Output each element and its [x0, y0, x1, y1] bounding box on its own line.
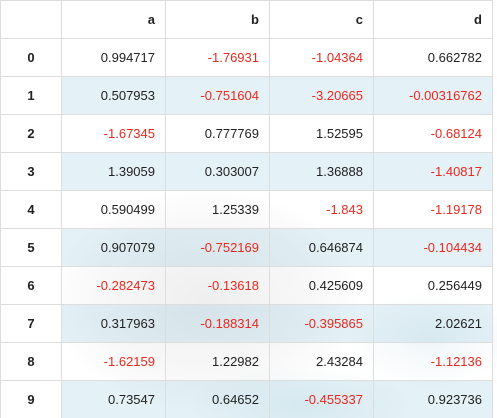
table-row: 1 0.507953 -0.751604 -3.20665 -0.00316762 — [0, 76, 493, 115]
table-header: a b c d — [0, 0, 493, 39]
row-index: 8 — [0, 342, 62, 381]
table-body: 0 0.994717 -1.76931 -1.04364 0.662782 1 0.5079… — [0, 38, 493, 418]
column-header-d: d — [373, 0, 493, 39]
table-row: 8 -1.62159 1.22982 2.43284 -1.12136 — [0, 342, 493, 381]
row-index: 1 — [0, 76, 62, 115]
cell-c: 1.36888 — [269, 152, 374, 191]
cell-c: 0.425609 — [269, 266, 374, 305]
cell-d: -0.104434 — [373, 228, 493, 267]
index-header — [0, 0, 62, 39]
cell-b: -0.13618 — [165, 266, 270, 305]
table-row: 0 0.994717 -1.76931 -1.04364 0.662782 — [0, 38, 493, 77]
row-index: 5 — [0, 228, 62, 267]
cell-a: 0.507953 — [61, 76, 166, 115]
cell-b: 0.303007 — [165, 152, 270, 191]
row-index: 4 — [0, 190, 62, 229]
cell-d: -0.00316762 — [373, 76, 493, 115]
cell-a: 0.317963 — [61, 304, 166, 343]
cell-c: -0.455337 — [269, 380, 374, 418]
cell-a: 0.907079 — [61, 228, 166, 267]
cell-d: -1.19178 — [373, 190, 493, 229]
cell-b: 1.22982 — [165, 342, 270, 381]
cell-d: -1.12136 — [373, 342, 493, 381]
cell-c: -1.843 — [269, 190, 374, 229]
cell-a: 1.39059 — [61, 152, 166, 191]
cell-d: -1.40817 — [373, 152, 493, 191]
cell-d: 0.662782 — [373, 38, 493, 77]
cell-b: 0.777769 — [165, 114, 270, 153]
cell-c: -3.20665 — [269, 76, 374, 115]
row-index: 6 — [0, 266, 62, 305]
cell-c: -1.04364 — [269, 38, 374, 77]
cell-d: 0.923736 — [373, 380, 493, 418]
column-header-a: a — [61, 0, 166, 39]
cell-b: -1.76931 — [165, 38, 270, 77]
table-row: 3 1.39059 0.303007 1.36888 -1.40817 — [0, 152, 493, 191]
table-row: 6 -0.282473 -0.13618 0.425609 0.256449 — [0, 266, 493, 305]
table-row: 4 0.590499 1.25339 -1.843 -1.19178 — [0, 190, 493, 229]
table-row: 9 0.73547 0.64652 -0.455337 0.923736 — [0, 380, 493, 418]
cell-d: 2.02621 — [373, 304, 493, 343]
table-row: 5 0.907079 -0.752169 0.646874 -0.104434 — [0, 228, 493, 267]
column-header-b: b — [165, 0, 270, 39]
cell-b: 0.64652 — [165, 380, 270, 418]
table-row: 7 0.317963 -0.188314 -0.395865 2.02621 — [0, 304, 493, 343]
cell-a: -0.282473 — [61, 266, 166, 305]
column-header-c: c — [269, 0, 374, 39]
row-index: 0 — [0, 38, 62, 77]
cell-a: 0.994717 — [61, 38, 166, 77]
cell-a: -1.62159 — [61, 342, 166, 381]
cell-b: -0.188314 — [165, 304, 270, 343]
cell-c: 0.646874 — [269, 228, 374, 267]
header-row: a b c d — [0, 0, 493, 39]
cell-d: 0.256449 — [373, 266, 493, 305]
cell-b: 1.25339 — [165, 190, 270, 229]
dataframe-table: a b c d 0 0.994717 -1.76931 -1.04364 0.66278… — [0, 0, 493, 418]
table-row: 2 -1.67345 0.777769 1.52595 -0.68124 — [0, 114, 493, 153]
row-index: 9 — [0, 380, 62, 418]
cell-d: -0.68124 — [373, 114, 493, 153]
cell-c: 2.43284 — [269, 342, 374, 381]
cell-b: -0.751604 — [165, 76, 270, 115]
row-index: 2 — [0, 114, 62, 153]
dataframe-view: a b c d 0 0.994717 -1.76931 -1.04364 0.66278… — [0, 0, 497, 418]
row-index: 7 — [0, 304, 62, 343]
cell-a: 0.73547 — [61, 380, 166, 418]
cell-c: 1.52595 — [269, 114, 374, 153]
row-index: 3 — [0, 152, 62, 191]
cell-c: -0.395865 — [269, 304, 374, 343]
cell-b: -0.752169 — [165, 228, 270, 267]
cell-a: 0.590499 — [61, 190, 166, 229]
cell-a: -1.67345 — [61, 114, 166, 153]
